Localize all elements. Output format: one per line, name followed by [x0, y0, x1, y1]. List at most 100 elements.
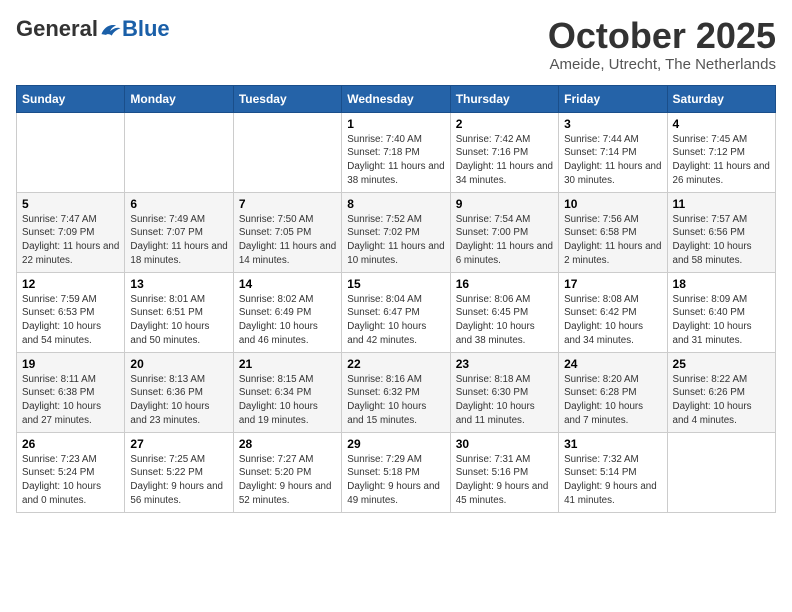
- calendar-cell: 24 Sunrise: 8:20 AMSunset: 6:28 PMDayligh…: [559, 352, 667, 432]
- day-info: Sunrise: 7:42 AMSunset: 7:16 PMDaylight:…: [456, 133, 553, 188]
- calendar-header: SundayMondayTuesdayWednesdayThursdayFrid…: [17, 85, 776, 112]
- day-info: Sunrise: 7:29 AMSunset: 5:18 PMDaylight:…: [347, 453, 444, 508]
- day-info: Sunrise: 8:02 AMSunset: 6:49 PMDaylight:…: [239, 293, 336, 348]
- calendar-cell: 10Sunrise: 7:56 AMSunset: 6:58 PMDayligh…: [559, 192, 667, 272]
- title-block: October 2025 Ameide, Utrecht, The Nether…: [548, 16, 776, 73]
- day-info: Sunrise: 8:18 AMSunset: 6:30 PMDaylight:…: [456, 373, 553, 428]
- logo-bird-icon: [100, 20, 122, 38]
- day-number: 6: [130, 197, 227, 211]
- logo-general-text: General: [16, 16, 98, 42]
- calendar-cell: [667, 432, 775, 512]
- day-number: 27: [130, 437, 227, 451]
- weekday-header-saturday: Saturday: [667, 85, 775, 112]
- day-number: 13: [130, 277, 227, 291]
- day-info: Sunrise: 7:45 AMSunset: 7:12 PMDaylight:…: [673, 133, 770, 188]
- day-number: 5: [22, 197, 119, 211]
- calendar-title: October 2025: [548, 16, 776, 56]
- day-number: 16: [456, 277, 553, 291]
- day-info: Sunrise: 8:15 AMSunset: 6:34 PMDaylight:…: [239, 373, 336, 428]
- calendar-cell: 18 Sunrise: 8:09 AMSunset: 6:40 PMDayligh…: [667, 272, 775, 352]
- calendar-subtitle: Ameide, Utrecht, The Netherlands: [548, 56, 776, 73]
- calendar-cell: 5 Sunrise: 7:47 AMSunset: 7:09 PMDaylight…: [17, 192, 125, 272]
- day-number: 14: [239, 277, 336, 291]
- weekday-header-sunday: Sunday: [17, 85, 125, 112]
- day-info: Sunrise: 7:23 AMSunset: 5:24 PMDaylight:…: [22, 453, 119, 508]
- calendar-cell: 11Sunrise: 7:57 AMSunset: 6:56 PMDayligh…: [667, 192, 775, 272]
- calendar-cell: [233, 112, 341, 192]
- day-number: 18: [673, 277, 770, 291]
- weekday-header-thursday: Thursday: [450, 85, 558, 112]
- day-info: Sunrise: 7:27 AMSunset: 5:20 PMDaylight:…: [239, 453, 336, 508]
- day-info: Sunrise: 8:04 AMSunset: 6:47 PMDaylight:…: [347, 293, 444, 348]
- calendar-cell: 6 Sunrise: 7:49 AMSunset: 7:07 PMDaylight…: [125, 192, 233, 272]
- day-info: Sunrise: 8:16 AMSunset: 6:32 PMDaylight:…: [347, 373, 444, 428]
- calendar-cell: [125, 112, 233, 192]
- day-info: Sunrise: 8:20 AMSunset: 6:28 PMDaylight:…: [564, 373, 661, 428]
- page-header: General Blue October 2025 Ameide, Utrech…: [16, 16, 776, 73]
- day-info: Sunrise: 7:25 AMSunset: 5:22 PMDaylight:…: [130, 453, 227, 508]
- day-number: 29: [347, 437, 444, 451]
- weekday-header-wednesday: Wednesday: [342, 85, 450, 112]
- day-number: 7: [239, 197, 336, 211]
- calendar-cell: 30 Sunrise: 7:31 AMSunset: 5:16 PMDayligh…: [450, 432, 558, 512]
- calendar-table: SundayMondayTuesdayWednesdayThursdayFrid…: [16, 85, 776, 513]
- calendar-week-row: 19Sunrise: 8:11 AMSunset: 6:38 PMDayligh…: [17, 352, 776, 432]
- logo: General Blue: [16, 16, 170, 42]
- calendar-cell: [17, 112, 125, 192]
- day-info: Sunrise: 7:31 AMSunset: 5:16 PMDaylight:…: [456, 453, 553, 508]
- calendar-cell: 27 Sunrise: 7:25 AMSunset: 5:22 PMDayligh…: [125, 432, 233, 512]
- day-info: Sunrise: 7:40 AMSunset: 7:18 PMDaylight:…: [347, 133, 444, 188]
- calendar-cell: 3 Sunrise: 7:44 AMSunset: 7:14 PMDaylight…: [559, 112, 667, 192]
- calendar-cell: 21Sunrise: 8:15 AMSunset: 6:34 PMDayligh…: [233, 352, 341, 432]
- day-number: 23: [456, 357, 553, 371]
- day-number: 25: [673, 357, 770, 371]
- day-info: Sunrise: 7:32 AMSunset: 5:14 PMDaylight:…: [564, 453, 661, 508]
- calendar-week-row: 12Sunrise: 7:59 AMSunset: 6:53 PMDayligh…: [17, 272, 776, 352]
- day-info: Sunrise: 8:09 AMSunset: 6:40 PMDaylight:…: [673, 293, 770, 348]
- calendar-cell: 20 Sunrise: 8:13 AMSunset: 6:36 PMDayligh…: [125, 352, 233, 432]
- day-info: Sunrise: 7:47 AMSunset: 7:09 PMDaylight:…: [22, 213, 119, 268]
- day-info: Sunrise: 8:22 AMSunset: 6:26 PMDaylight:…: [673, 373, 770, 428]
- day-number: 11: [673, 197, 770, 211]
- day-info: Sunrise: 7:59 AMSunset: 6:53 PMDaylight:…: [22, 293, 119, 348]
- day-info: Sunrise: 7:49 AMSunset: 7:07 PMDaylight:…: [130, 213, 227, 268]
- calendar-cell: 13Sunrise: 8:01 AMSunset: 6:51 PMDayligh…: [125, 272, 233, 352]
- day-number: 31: [564, 437, 661, 451]
- day-number: 17: [564, 277, 661, 291]
- day-info: Sunrise: 7:44 AMSunset: 7:14 PMDaylight:…: [564, 133, 661, 188]
- day-number: 22: [347, 357, 444, 371]
- calendar-cell: 4Sunrise: 7:45 AMSunset: 7:12 PMDaylight…: [667, 112, 775, 192]
- weekday-header-friday: Friday: [559, 85, 667, 112]
- logo-blue-text: Blue: [122, 16, 170, 42]
- day-number: 28: [239, 437, 336, 451]
- day-number: 3: [564, 117, 661, 131]
- calendar-cell: 19Sunrise: 8:11 AMSunset: 6:38 PMDayligh…: [17, 352, 125, 432]
- calendar-cell: 12Sunrise: 7:59 AMSunset: 6:53 PMDayligh…: [17, 272, 125, 352]
- calendar-week-row: 5 Sunrise: 7:47 AMSunset: 7:09 PMDaylight…: [17, 192, 776, 272]
- calendar-cell: 23 Sunrise: 8:18 AMSunset: 6:30 PMDayligh…: [450, 352, 558, 432]
- calendar-week-row: 26Sunrise: 7:23 AMSunset: 5:24 PMDayligh…: [17, 432, 776, 512]
- day-number: 15: [347, 277, 444, 291]
- day-number: 24: [564, 357, 661, 371]
- day-info: Sunrise: 8:06 AMSunset: 6:45 PMDaylight:…: [456, 293, 553, 348]
- calendar-cell: 26Sunrise: 7:23 AMSunset: 5:24 PMDayligh…: [17, 432, 125, 512]
- day-info: Sunrise: 8:13 AMSunset: 6:36 PMDaylight:…: [130, 373, 227, 428]
- day-number: 10: [564, 197, 661, 211]
- day-info: Sunrise: 7:50 AMSunset: 7:05 PMDaylight:…: [239, 213, 336, 268]
- calendar-cell: 31 Sunrise: 7:32 AMSunset: 5:14 PMDayligh…: [559, 432, 667, 512]
- calendar-cell: 2Sunrise: 7:42 AMSunset: 7:16 PMDaylight…: [450, 112, 558, 192]
- day-info: Sunrise: 8:08 AMSunset: 6:42 PMDaylight:…: [564, 293, 661, 348]
- weekday-header-row: SundayMondayTuesdayWednesdayThursdayFrid…: [17, 85, 776, 112]
- calendar-cell: 1Sunrise: 7:40 AMSunset: 7:18 PMDaylight…: [342, 112, 450, 192]
- calendar-cell: 29 Sunrise: 7:29 AMSunset: 5:18 PMDayligh…: [342, 432, 450, 512]
- calendar-cell: 16 Sunrise: 8:06 AMSunset: 6:45 PMDayligh…: [450, 272, 558, 352]
- day-info: Sunrise: 8:11 AMSunset: 6:38 PMDaylight:…: [22, 373, 119, 428]
- calendar-cell: 8Sunrise: 7:52 AMSunset: 7:02 PMDaylight…: [342, 192, 450, 272]
- calendar-cell: 28 Sunrise: 7:27 AMSunset: 5:20 PMDayligh…: [233, 432, 341, 512]
- calendar-cell: 15 Sunrise: 8:04 AMSunset: 6:47 PMDayligh…: [342, 272, 450, 352]
- day-number: 30: [456, 437, 553, 451]
- day-number: 8: [347, 197, 444, 211]
- calendar-cell: 17 Sunrise: 8:08 AMSunset: 6:42 PMDayligh…: [559, 272, 667, 352]
- day-number: 20: [130, 357, 227, 371]
- calendar-body: 1Sunrise: 7:40 AMSunset: 7:18 PMDaylight…: [17, 112, 776, 512]
